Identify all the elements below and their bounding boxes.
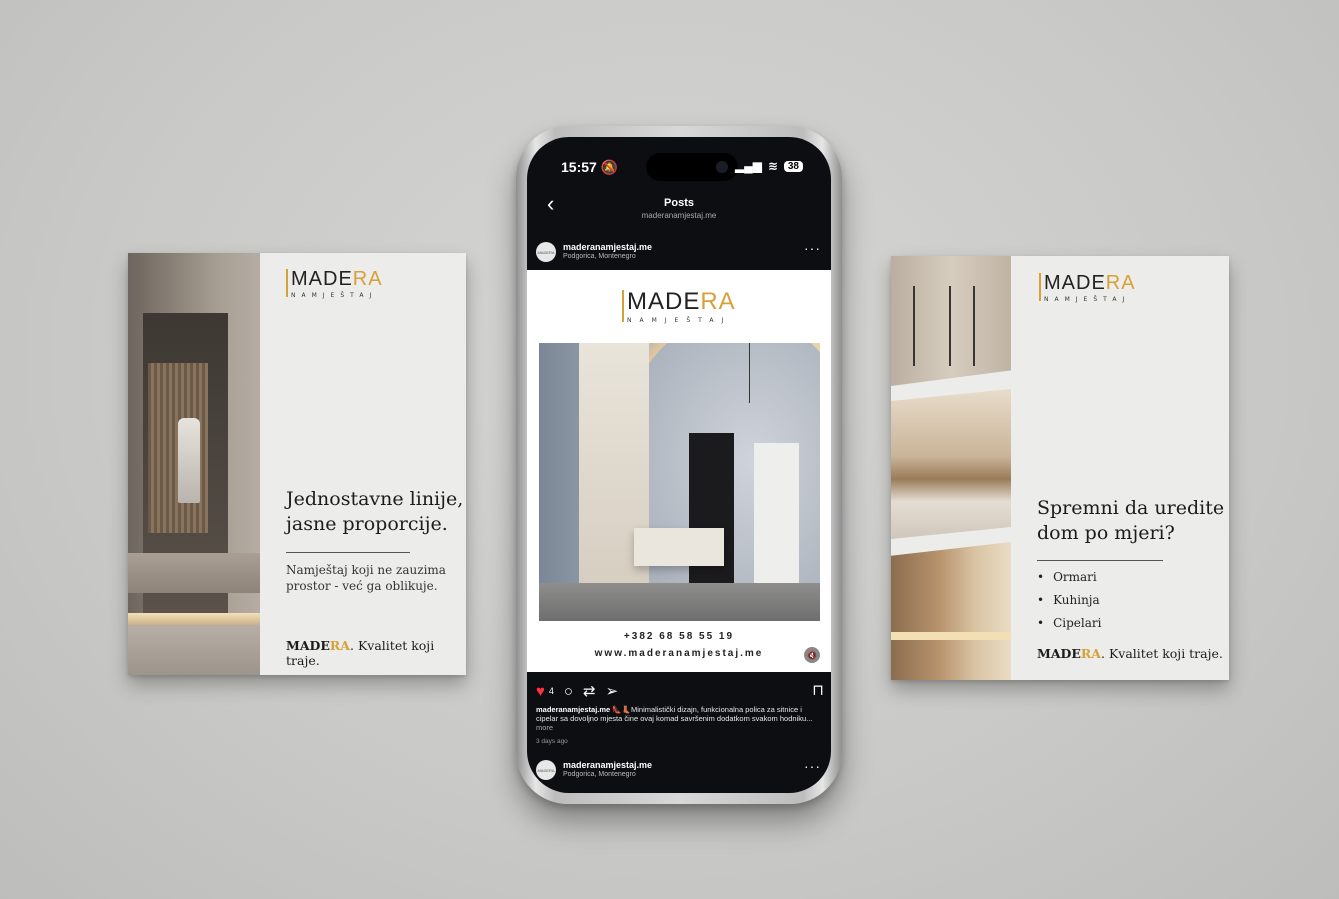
instagram-screen: 15:57 🔕 ▂▄▆ ≋ 38 ‹ Posts maderanamjestaj…	[527, 137, 831, 793]
header-title: Posts	[664, 197, 694, 209]
header-subtitle: maderanamjestaj.me	[641, 211, 717, 220]
post-image[interactable]: MADERA NAMJEŠTAJ +382 68 58 55 19 www.ma…	[527, 270, 831, 672]
next-post-header: MADERA maderanamjestaj.me Podgorica, Mon…	[527, 756, 831, 788]
wifi-icon: ≋	[767, 159, 778, 173]
like-count[interactable]: 4	[549, 686, 554, 696]
contact-website: www.maderanamjestaj.me	[594, 648, 764, 659]
list-item: Ormari	[1037, 570, 1101, 584]
divider	[286, 552, 410, 553]
post-caption: maderanamjestaj.me 👠👢Minimalistički diza…	[536, 705, 813, 732]
divider	[1037, 560, 1163, 561]
share-icon[interactable]: ➢	[606, 682, 619, 700]
battery-icon: 38	[783, 160, 803, 172]
product-list: Ormari Kuhinja Cipelari	[1037, 570, 1101, 639]
right-promo-card: MADERA NAMJEŠTAJ Spremni da uredite dom …	[891, 256, 1229, 680]
smartphone: 15:57 🔕 ▂▄▆ ≋ 38 ‹ Posts maderanamjestaj…	[516, 126, 842, 804]
status-time: 15:57 🔕	[561, 159, 619, 175]
madera-logo: MADERA NAMJEŠTAJ	[286, 269, 383, 299]
list-item: Cipelari	[1037, 616, 1101, 630]
dynamic-island	[646, 153, 738, 181]
interior-collage	[891, 256, 1011, 680]
avatar[interactable]: MADERA	[536, 760, 556, 780]
contact-phone: +382 68 58 55 19	[623, 631, 735, 642]
left-promo-card: MADERA NAMJEŠTAJ Jednostavne linije, jas…	[128, 253, 466, 675]
comment-icon[interactable]: ○	[564, 683, 573, 700]
bell-muted-icon: 🔕	[600, 159, 619, 175]
status-right: ▂▄▆ ≋ 38	[735, 159, 803, 173]
avatar[interactable]: MADERA	[536, 242, 556, 262]
body-text: Namještaj koji ne zauzima prostor - već …	[286, 563, 446, 593]
madera-logo: MADERA NAMJEŠTAJ	[1039, 273, 1136, 303]
list-item: Kuhinja	[1037, 593, 1101, 607]
post-time: 3 days ago	[536, 738, 568, 745]
post-header: MADERA maderanamjestaj.me Podgorica, Mon…	[527, 238, 831, 270]
signal-icon: ▂▄▆	[734, 159, 762, 173]
post-actions: ♥ 4 ○ ⇄ ➢ ⊓	[536, 681, 824, 701]
more-options-icon[interactable]: ···	[804, 758, 821, 774]
post-username[interactable]: maderanamjestaj.me	[563, 242, 652, 252]
repost-icon[interactable]: ⇄	[583, 682, 596, 700]
post-username[interactable]: maderanamjestaj.me	[563, 760, 652, 770]
mirror-cabinet-photo	[539, 343, 820, 621]
tagline: MADERA. Kvalitet koji traje.	[286, 638, 435, 668]
post-location[interactable]: Podgorica, Montenegro	[563, 253, 636, 260]
headline: Jednostavne linije, jasne proporcije.	[286, 488, 464, 535]
camera-icon	[716, 161, 728, 173]
more-options-icon[interactable]: ···	[804, 240, 821, 256]
like-heart-icon[interactable]: ♥	[536, 683, 545, 700]
bookmark-icon[interactable]: ⊓	[812, 681, 824, 699]
more-link[interactable]: more	[536, 723, 553, 732]
headline: Spremni da uredite dom po mjeri?	[1037, 497, 1225, 544]
mute-icon[interactable]: 🔇	[804, 647, 820, 663]
post-location[interactable]: Podgorica, Montenegro	[563, 771, 636, 778]
hallway-photo	[128, 253, 260, 675]
post-logo: MADERA NAMJEŠTAJ	[622, 290, 736, 324]
tagline: MADERA. Kvalitet koji traje.	[1037, 646, 1223, 661]
